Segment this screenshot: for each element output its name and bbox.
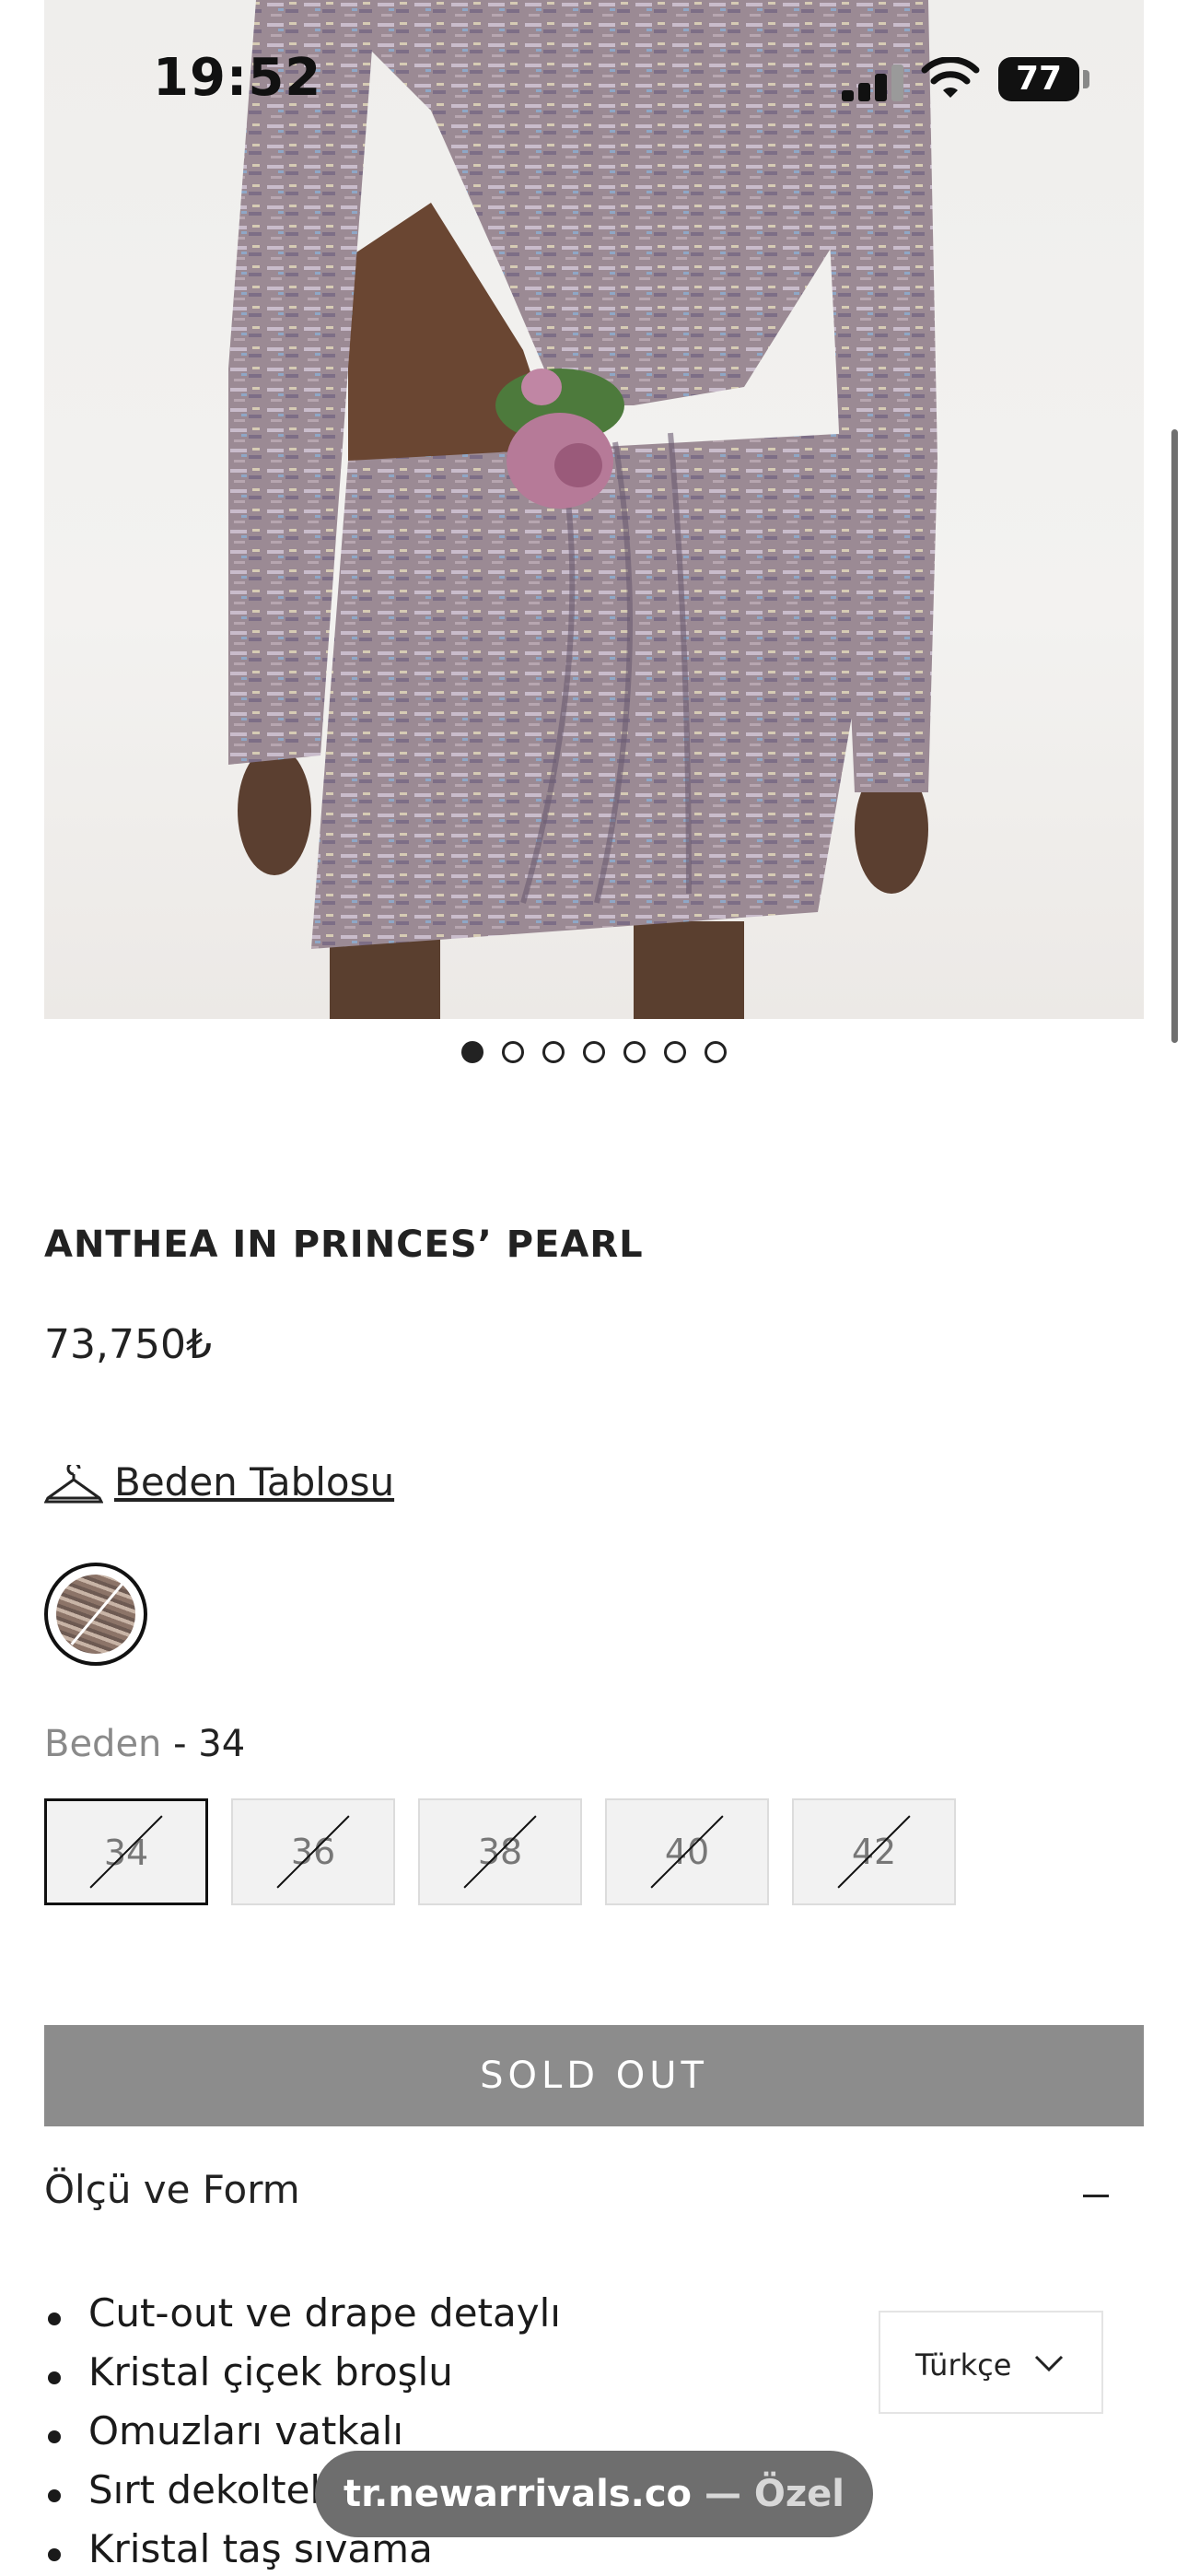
chevron-down-icon	[1034, 2355, 1064, 2372]
scrollbar[interactable]	[1171, 429, 1178, 1043]
status-time: 19:52	[153, 48, 322, 108]
carousel-dots	[0, 1041, 1188, 1069]
accordion-title: Ölçü ve Form	[44, 2167, 300, 2212]
size-option-38[interactable]: 38	[418, 1798, 582, 1905]
language-label: Türkçe	[915, 2348, 1012, 2383]
battery-cap	[1083, 70, 1089, 88]
status-bar: 19:52 77	[0, 0, 1188, 157]
size-option-34[interactable]: 34	[44, 1798, 208, 1905]
sold-out-button[interactable]: SOLD OUT	[44, 2025, 1144, 2126]
language-selector[interactable]: Türkçe	[879, 2311, 1103, 2414]
carousel-dot[interactable]	[502, 1041, 524, 1063]
carousel-dot[interactable]	[664, 1041, 686, 1063]
carousel-dot[interactable]	[461, 1041, 483, 1063]
collapse-icon[interactable]	[1083, 2195, 1109, 2197]
unavailable-strike	[89, 1815, 163, 1889]
carousel-dot[interactable]	[705, 1041, 727, 1063]
color-swatch[interactable]	[44, 1563, 147, 1666]
size-option-36[interactable]: 36	[231, 1798, 395, 1905]
list-item: Cut-out ve drape detaylı	[44, 2290, 561, 2336]
browser-url-pill[interactable]: tr.newarrivals.co — Özel	[315, 2451, 873, 2537]
size-option-42[interactable]: 42	[792, 1798, 956, 1905]
size-label-key: Beden	[44, 1723, 162, 1765]
carousel-dot[interactable]	[542, 1041, 565, 1063]
battery-icon: 77	[998, 57, 1079, 101]
size-label: Beden - 34	[44, 1723, 245, 1765]
list-item: Sırt dekoltel	[44, 2467, 320, 2512]
list-item: Kristal çiçek broşlu	[44, 2349, 453, 2395]
hanger-icon	[44, 1465, 103, 1504]
product-price: 73,750₺	[44, 1321, 212, 1368]
carousel-dot[interactable]	[623, 1041, 646, 1063]
size-option-40[interactable]: 40	[605, 1798, 769, 1905]
unavailable-strike	[276, 1815, 350, 1889]
unavailable-strike	[837, 1815, 911, 1889]
unavailable-strike	[463, 1815, 537, 1889]
selected-size-value: - 34	[173, 1723, 246, 1765]
url-domain: tr.newarrivals.co	[343, 2473, 693, 2515]
product-title: ANTHEA IN PRINCES’ PEARL	[44, 1224, 644, 1266]
list-item: Omuzları vatkalı	[44, 2408, 403, 2453]
size-guide-label[interactable]: Beden Tablosu	[114, 1459, 394, 1505]
unavailable-strike	[650, 1815, 724, 1889]
accordion-size-fit[interactable]: Ölçü ve Form	[44, 2167, 1144, 2222]
carousel-dot[interactable]	[583, 1041, 605, 1063]
signal-icon	[842, 64, 904, 101]
wifi-icon	[921, 57, 980, 98]
private-mode-label: — Özel	[692, 2473, 844, 2515]
